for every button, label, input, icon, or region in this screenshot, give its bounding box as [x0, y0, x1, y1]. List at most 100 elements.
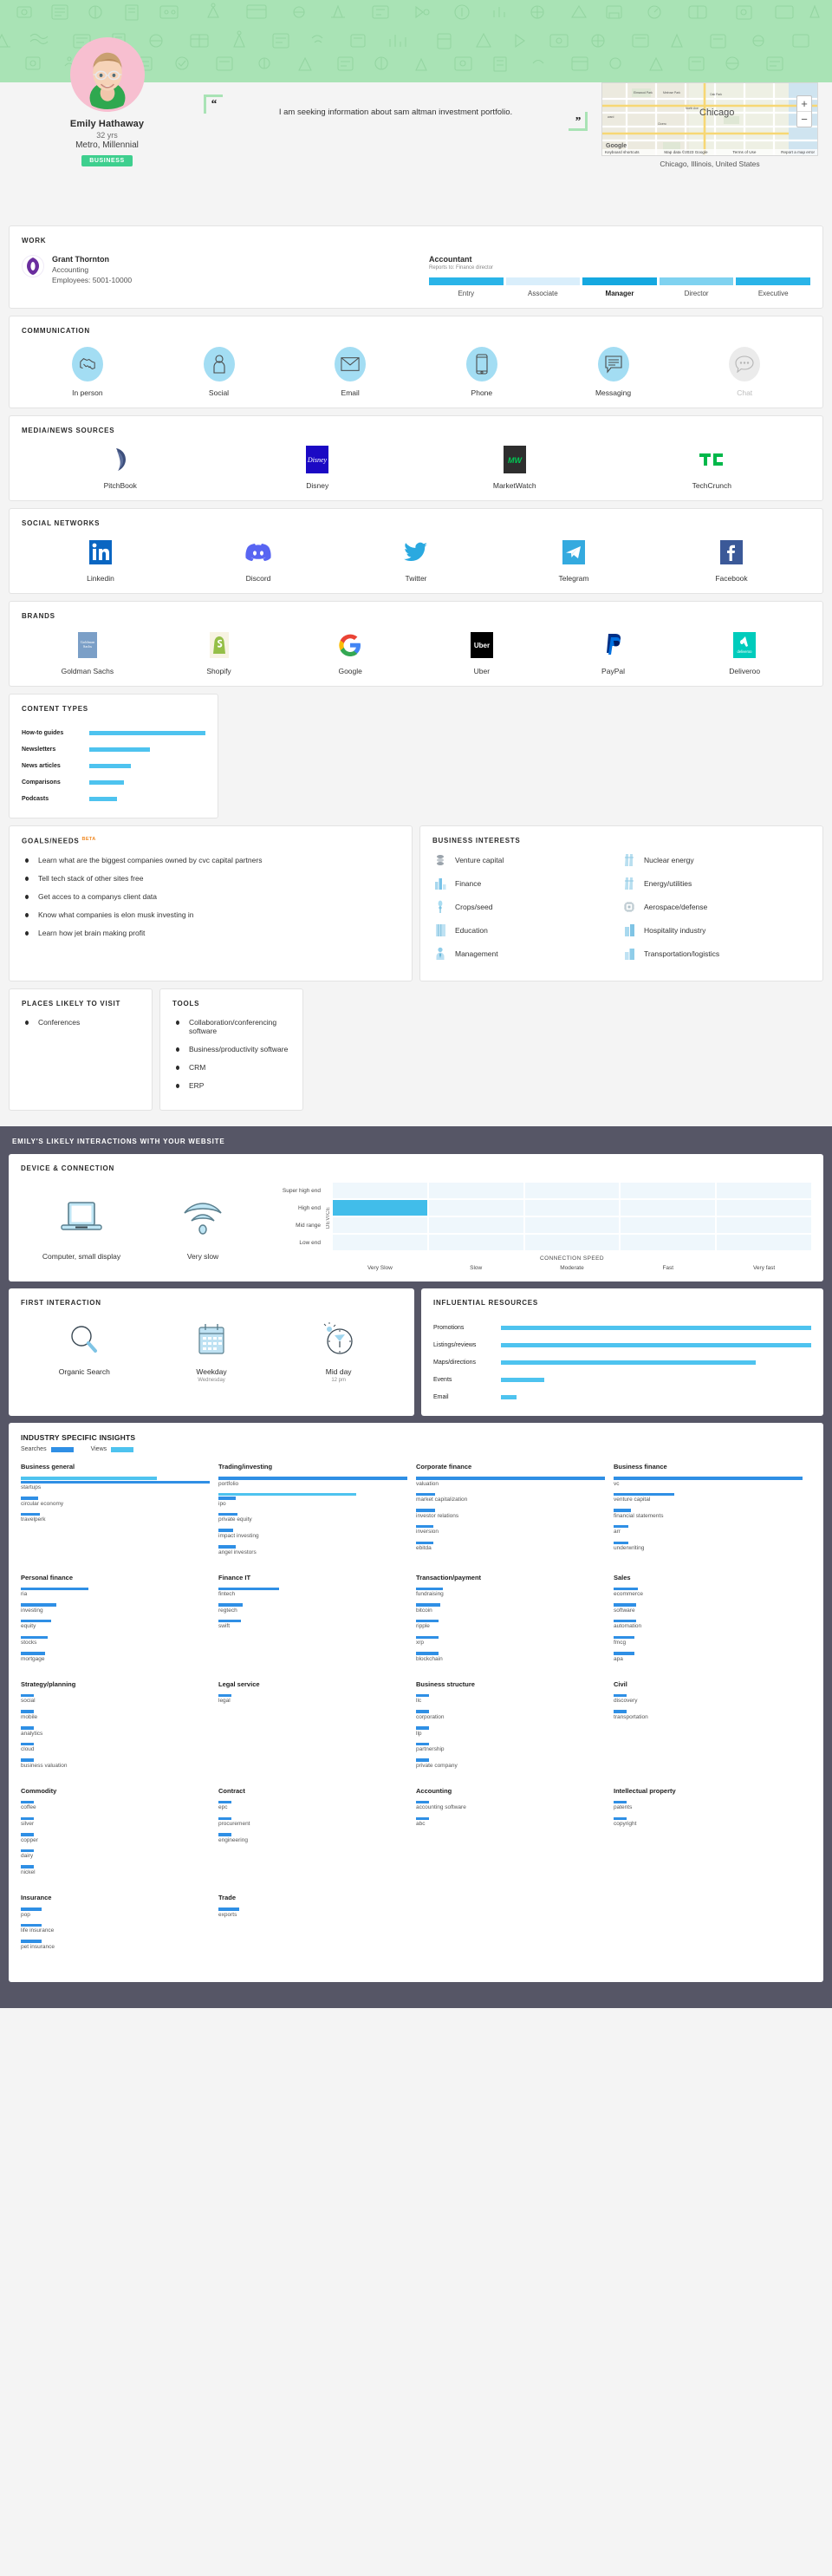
communication-item[interactable]: Messaging — [548, 347, 679, 397]
heatmap-cell[interactable] — [525, 1235, 620, 1250]
communication-item[interactable]: Phone — [416, 347, 548, 397]
brand-item[interactable]: UberUber — [416, 630, 548, 675]
insights-searches-bar — [218, 1529, 233, 1532]
map-terms-link[interactable]: Terms of Use — [732, 150, 756, 154]
social-item[interactable]: Twitter — [337, 538, 495, 583]
insights-keyword-label: financial statements — [614, 1513, 803, 1520]
brand-item-label: Goldman Sachs — [22, 667, 153, 675]
business-interest-item[interactable]: Finance — [432, 877, 621, 890]
map-zoom-out-button[interactable]: − — [797, 111, 811, 127]
influential-title: INFLUENTIAL RESOURCES — [433, 1299, 811, 1307]
media-item[interactable]: DisneyDisney — [219, 445, 417, 490]
heatmap-cell[interactable] — [429, 1217, 523, 1233]
heatmap-cell[interactable] — [525, 1183, 620, 1198]
business-interest-item[interactable]: Aerospace/defense — [621, 900, 810, 914]
insights-category-title: Accounting — [416, 1787, 605, 1795]
business-interest-item[interactable]: Energy/utilities — [621, 877, 810, 890]
insights-keyword: social — [21, 1694, 210, 1705]
social-person-icon — [204, 347, 235, 382]
social-item[interactable]: Discord — [179, 538, 337, 583]
media-item[interactable]: MWMarketWatch — [416, 445, 614, 490]
heatmap-cell[interactable] — [717, 1200, 811, 1216]
communication-item[interactable]: Social — [153, 347, 285, 397]
communication-item-label: Social — [153, 388, 285, 397]
business-interest-item[interactable]: Crops/seed — [432, 900, 621, 914]
goals-card: GOALS/NEEDSBETA Learn what are the bigge… — [9, 825, 413, 981]
social-item-label: Facebook — [653, 574, 810, 583]
insights-searches-bar — [21, 1694, 34, 1698]
influential-resources-card: INFLUENTIAL RESOURCES PromotionsListings… — [421, 1288, 823, 1416]
map-zoom-in-button[interactable]: + — [797, 96, 811, 111]
business-interest-item[interactable]: Venture capital — [432, 853, 621, 867]
heatmap-cell[interactable] — [717, 1183, 811, 1198]
social-item[interactable]: Telegram — [495, 538, 653, 583]
places-card: PLACES LIKELY TO VISIT Conferences — [9, 988, 153, 1111]
business-interest-item[interactable]: Transportation/logistics — [621, 947, 810, 961]
map-zoom-controls[interactable]: + − — [796, 95, 812, 127]
heatmap-cell[interactable] — [333, 1217, 427, 1233]
brand-item[interactable]: deliverooDeliveroo — [679, 630, 810, 675]
social-item[interactable]: Facebook — [653, 538, 810, 583]
heatmap-cell[interactable] — [429, 1183, 523, 1198]
svg-text:Sachs: Sachs — [83, 644, 93, 649]
heatmap-cell[interactable] — [429, 1200, 523, 1216]
brand-item[interactable]: Shopify — [153, 630, 285, 675]
profile-age: 32 yrs — [14, 131, 200, 140]
insights-searches-bar — [21, 1726, 34, 1730]
influential-chart: PromotionsListings/reviewsMaps/direction… — [433, 1319, 811, 1405]
business-interest-item[interactable]: Hospitality industry — [621, 923, 810, 937]
heatmap-cell[interactable] — [717, 1235, 811, 1250]
influential-row: Promotions — [433, 1319, 811, 1336]
heatmap-y-label: Mid range — [270, 1217, 324, 1235]
insights-keyword: ipo — [218, 1493, 407, 1508]
media-item[interactable]: TechCrunch — [614, 445, 811, 490]
insights-category: Corporate financevaluationmarket capital… — [416, 1463, 614, 1562]
brand-item[interactable]: GoldmanSachsGoldman Sachs — [22, 630, 153, 675]
social-item[interactable]: Linkedin — [22, 538, 179, 583]
interactions-section: EMILY'S LIKELY INTERACTIONS WITH YOUR WE… — [0, 1126, 832, 1992]
tools-title: TOOLS — [172, 1000, 290, 1008]
first-interaction-items: Organic SearchWeekdayWednesdayMid day12 … — [21, 1319, 402, 1383]
heatmap-x-label: Very Slow — [333, 1265, 427, 1271]
communication-item[interactable]: Chat — [679, 347, 810, 397]
insights-category: Salesecommercesoftwareautomationfmcgapa — [614, 1574, 811, 1668]
content-type-bar-wrap — [89, 747, 205, 752]
heatmap-cell[interactable] — [333, 1200, 427, 1216]
map-keyboard-shortcuts[interactable]: Keyboard shortcuts — [605, 150, 640, 154]
heatmap-cell[interactable] — [621, 1200, 715, 1216]
page-footer-spacer — [0, 1992, 832, 2008]
influential-label: Promotions — [433, 1325, 501, 1331]
device-title: DEVICE & CONNECTION — [21, 1164, 811, 1172]
heatmap-cell[interactable] — [429, 1235, 523, 1250]
insights-category: Transaction/paymentfundraisingbitcoinrip… — [416, 1574, 614, 1668]
business-interest-item[interactable]: Education — [432, 923, 621, 937]
heatmap-cell[interactable] — [525, 1200, 620, 1216]
heatmap-cell[interactable] — [621, 1217, 715, 1233]
seniority-bar-track — [429, 277, 810, 285]
communication-item[interactable]: Email — [284, 347, 416, 397]
goals-list: Learn what are the biggest companies own… — [22, 856, 400, 937]
map-report-link[interactable]: Report a map error — [781, 150, 815, 154]
business-interest-item[interactable]: Management — [432, 947, 621, 961]
heatmap-x-label: Moderate — [525, 1265, 620, 1271]
insights-views-bar — [21, 1477, 157, 1480]
heatmap-cell[interactable] — [333, 1183, 427, 1198]
brand-item[interactable]: Google — [284, 630, 416, 675]
heatmap-cell[interactable] — [621, 1235, 715, 1250]
map-attribution: Keyboard shortcuts Map data ©2023 Google… — [602, 149, 817, 155]
business-interest-item[interactable]: Nuclear energy — [621, 853, 810, 867]
map-frame[interactable]: Elmwood Park Melrose Park Oak Park ward … — [601, 82, 818, 156]
heatmap-cell[interactable] — [717, 1217, 811, 1233]
insights-searches-bar — [218, 1817, 231, 1821]
brand-item[interactable]: PayPal — [548, 630, 679, 675]
heatmap-cell[interactable] — [525, 1217, 620, 1233]
places-tools-row: PLACES LIKELY TO VISIT Conferences TOOLS… — [9, 988, 823, 1111]
insights-keyword-label: regtech — [218, 1608, 407, 1614]
insights-keyword: underwriting — [614, 1542, 803, 1553]
communication-item[interactable]: In person — [22, 347, 153, 397]
heatmap-cell[interactable] — [621, 1183, 715, 1198]
media-item[interactable]: PitchBook — [22, 445, 219, 490]
content-type-label: News articles — [22, 763, 89, 769]
insights-keyword: stocks — [21, 1636, 210, 1647]
heatmap-cell[interactable] — [333, 1235, 427, 1250]
